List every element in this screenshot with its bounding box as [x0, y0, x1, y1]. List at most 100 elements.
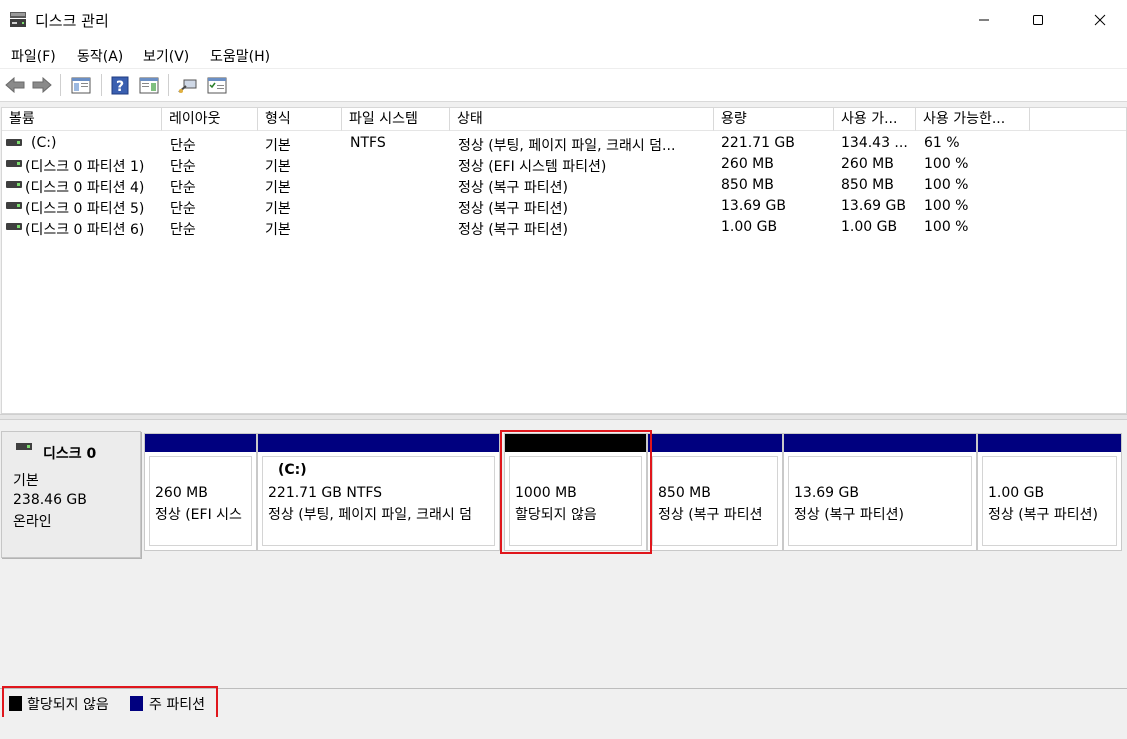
cell-percent-free: 100 %	[924, 156, 969, 172]
table-row[interactable]: (디스크 0 파티션 1) 단순 기본 정상 (EFI 시스템 파티션) 260…	[2, 154, 1126, 175]
partition-status: 정상 (EFI 시스	[155, 507, 242, 523]
disk-management-window: 디스크 관리 파일(F) 동작(A) 보기(V) 도움말(H) ? 볼륨 레이아…	[0, 0, 1127, 739]
toolbar-separator	[168, 74, 169, 96]
toolbar-separator	[60, 74, 61, 96]
cell-percent-free: 100 %	[924, 198, 969, 214]
partition-size: 221.71 GB NTFS	[268, 485, 383, 501]
cell-layout: 단순	[170, 159, 196, 175]
cell-volume: (디스크 0 파티션 5)	[25, 201, 145, 217]
volume-list[interactable]: 볼륨 레이아웃 형식 파일 시스템 상태 용량 사용 가... 사용 가능한..…	[1, 107, 1127, 414]
properties-icon	[207, 77, 227, 93]
cell-status: 정상 (부팅, 페이지 파일, 크래시 덤...	[458, 138, 676, 154]
properties-button[interactable]	[205, 74, 229, 96]
volume-drive-icon	[6, 181, 22, 188]
console-tree-button[interactable]	[69, 74, 93, 96]
partition-type-bar	[978, 434, 1121, 452]
svg-text:?: ?	[116, 79, 124, 95]
table-row[interactable]: (디스크 0 파티션 4) 단순 기본 정상 (복구 파티션) 850 MB 8…	[2, 175, 1126, 196]
table-row[interactable]: (C:) 단순 기본 NTFS 정상 (부팅, 페이지 파일, 크래시 덤...…	[2, 133, 1126, 154]
column-header-type[interactable]: 형식	[258, 108, 342, 131]
connect-button[interactable]	[176, 74, 200, 96]
cell-free-space: 134.43 ...	[841, 135, 908, 151]
forward-button[interactable]	[31, 74, 53, 96]
partition-details: (C:) 221.71 GB NTFS 정상 (부팅, 페이지 파일, 크래시 …	[262, 456, 495, 546]
forward-arrow-icon	[32, 77, 52, 93]
partition-type-bar	[145, 434, 256, 452]
cell-capacity: 13.69 GB	[721, 198, 786, 214]
cell-volume: (디스크 0 파티션 1)	[25, 159, 145, 175]
table-row[interactable]: (디스크 0 파티션 6) 단순 기본 정상 (복구 파티션) 1.00 GB …	[2, 217, 1126, 238]
cell-status: 정상 (EFI 시스템 파티션)	[458, 159, 607, 175]
toolbar-separator	[101, 74, 102, 96]
column-header-layout[interactable]: 레이아웃	[162, 108, 258, 131]
maximize-button[interactable]	[1011, 0, 1065, 40]
partition-status: 정상 (복구 파티션)	[988, 507, 1098, 523]
volume-drive-icon	[6, 139, 22, 146]
cell-volume: (C:)	[31, 135, 57, 151]
menu-help[interactable]: 도움말(H)	[210, 46, 270, 66]
status-bar	[0, 717, 1127, 739]
back-arrow-icon	[5, 77, 25, 93]
menu-file[interactable]: 파일(F)	[11, 46, 56, 66]
cell-type: 기본	[265, 180, 291, 196]
column-header-filesystem[interactable]: 파일 시스템	[342, 108, 450, 131]
cell-capacity: 1.00 GB	[721, 219, 778, 235]
cell-volume: (디스크 0 파티션 6)	[25, 222, 145, 238]
disk-name: 디스크 0	[43, 446, 97, 462]
partition-details: 13.69 GB 정상 (복구 파티션)	[788, 456, 972, 546]
window-title: 디스크 관리	[35, 12, 109, 30]
minimize-icon	[979, 19, 989, 21]
disk-management-app-icon	[10, 12, 26, 27]
cell-layout: 단순	[170, 201, 196, 217]
cell-capacity: 850 MB	[721, 177, 774, 193]
column-header-percent-free[interactable]: 사용 가능한...	[916, 108, 1030, 131]
title-bar[interactable]: 디스크 관리	[0, 0, 1127, 40]
toolbar: ?	[0, 68, 1127, 102]
column-header-capacity[interactable]: 용량	[714, 108, 834, 131]
cell-layout: 단순	[170, 222, 196, 238]
cell-free-space: 13.69 GB	[841, 198, 906, 214]
cell-status: 정상 (복구 파티션)	[458, 222, 568, 238]
connect-icon	[178, 79, 197, 93]
partition-details: 850 MB 정상 (복구 파티션	[652, 456, 778, 546]
cell-free-space: 1.00 GB	[841, 219, 898, 235]
cell-percent-free: 100 %	[924, 177, 969, 193]
partition-size: 1.00 GB	[988, 485, 1045, 501]
partition-recovery-4[interactable]: 850 MB 정상 (복구 파티션	[647, 433, 783, 551]
partition-status: 정상 (복구 파티션	[658, 507, 763, 523]
column-header-status[interactable]: 상태	[450, 108, 714, 131]
cell-status: 정상 (복구 파티션)	[458, 180, 568, 196]
action-pane-button[interactable]	[137, 74, 161, 96]
disk-state: 온라인	[13, 514, 52, 530]
show-hide-action-pane-icon	[139, 77, 159, 93]
menu-view[interactable]: 보기(V)	[143, 46, 189, 66]
partition-efi[interactable]: 260 MB 정상 (EFI 시스	[144, 433, 257, 551]
partition-recovery-5[interactable]: 13.69 GB 정상 (복구 파티션)	[783, 433, 977, 551]
column-header-volume[interactable]: 볼륨	[2, 108, 162, 131]
partition-recovery-6[interactable]: 1.00 GB 정상 (복구 파티션)	[977, 433, 1122, 551]
partition-status: 정상 (복구 파티션)	[794, 507, 904, 523]
cell-capacity: 260 MB	[721, 156, 774, 172]
cell-type: 기본	[265, 201, 291, 217]
cell-volume: (디스크 0 파티션 4)	[25, 180, 145, 196]
partition-type-bar	[258, 434, 499, 452]
help-icon: ?	[111, 76, 129, 95]
cell-filesystem: NTFS	[350, 135, 386, 151]
column-header-free-space[interactable]: 사용 가...	[834, 108, 916, 131]
disk-icon	[16, 443, 32, 450]
partition-c[interactable]: (C:) 221.71 GB NTFS 정상 (부팅, 페이지 파일, 크래시 …	[257, 433, 500, 551]
table-row[interactable]: (디스크 0 파티션 5) 단순 기본 정상 (복구 파티션) 13.69 GB…	[2, 196, 1126, 217]
partition-details: 260 MB 정상 (EFI 시스	[149, 456, 252, 546]
help-button[interactable]: ?	[110, 74, 130, 96]
cell-free-space: 850 MB	[841, 177, 894, 193]
close-button[interactable]	[1073, 0, 1127, 40]
partition-size: 260 MB	[155, 485, 208, 501]
disk-0-label[interactable]: 디스크 0 기본 238.46 GB 온라인	[1, 431, 141, 558]
highlight-box-unallocated	[500, 430, 652, 554]
highlight-box-legend	[2, 686, 218, 719]
back-button[interactable]	[4, 74, 26, 96]
cell-free-space: 260 MB	[841, 156, 894, 172]
menu-action[interactable]: 동작(A)	[77, 46, 123, 66]
minimize-button[interactable]	[957, 0, 1011, 40]
volume-drive-icon	[6, 160, 22, 167]
